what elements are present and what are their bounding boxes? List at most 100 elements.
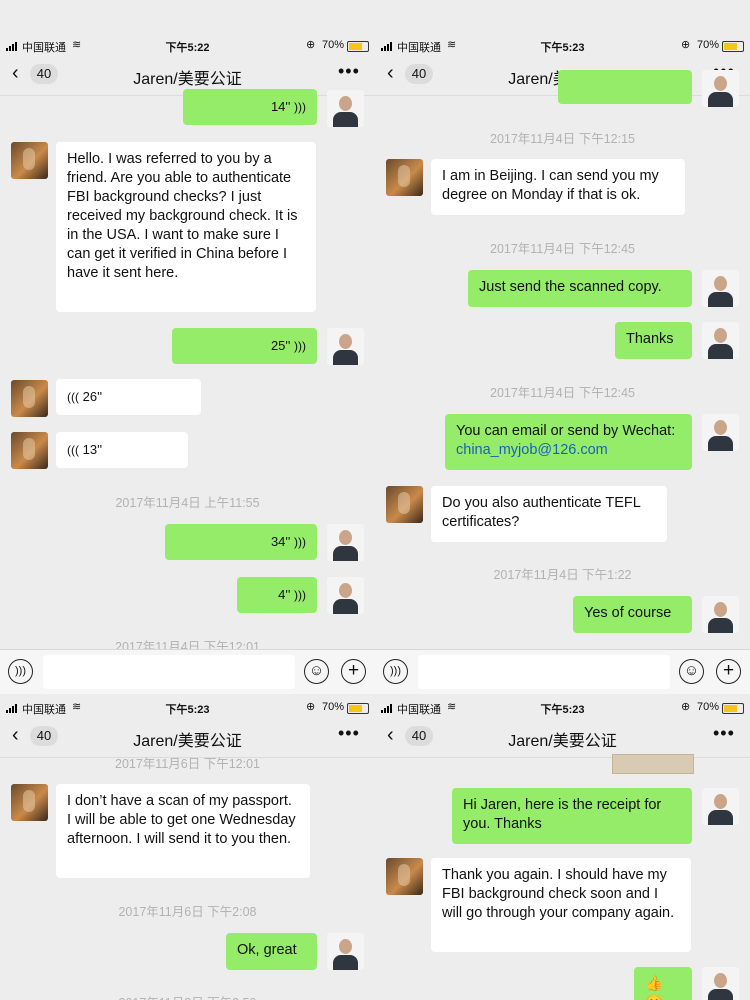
voice-input-icon[interactable]: )))	[383, 659, 408, 684]
avatar[interactable]	[702, 70, 739, 107]
avatar[interactable]	[11, 142, 48, 179]
more-icon[interactable]: •••	[338, 723, 360, 744]
incoming-voice-message[interactable]: ((( 26''	[56, 379, 201, 415]
incoming-message[interactable]: Hello. I was referred to you by a friend…	[56, 142, 316, 312]
emoji-icon[interactable]: ☺	[304, 659, 329, 684]
more-icon[interactable]: •••	[338, 61, 360, 82]
avatar[interactable]	[327, 90, 364, 127]
screenshot-collage: 中国联通 ≋ 下午5:22 ⊕ 70% ‹ 40 Jaren/美要公证 ••• …	[0, 0, 750, 1000]
avatar[interactable]	[386, 159, 423, 196]
avatar[interactable]	[702, 967, 739, 1000]
battery-icon	[347, 703, 369, 714]
avatar[interactable]	[11, 380, 48, 417]
message-input[interactable]	[43, 655, 295, 689]
outgoing-message[interactable]: Hi Jaren, here is the receipt for you. T…	[452, 788, 692, 844]
timestamp: 2017年11月6日 下午12:01	[115, 757, 260, 771]
chat-title: Jaren/美要公证	[133, 733, 242, 750]
status-bar: 中国联通 ≋ 下午5:23 ⊕ 70%	[375, 700, 750, 716]
message-input[interactable]	[418, 655, 670, 689]
more-icon[interactable]: •••	[713, 723, 735, 744]
email-link[interactable]: china_myjob@126.com	[456, 441, 681, 460]
incoming-message[interactable]: I am in Beijing. I can send you my degre…	[431, 159, 685, 215]
outgoing-message[interactable]: Just send the scanned copy.	[468, 270, 692, 307]
battery-icon	[722, 41, 744, 52]
outgoing-message[interactable]: 👍😊	[634, 967, 692, 1000]
plus-icon[interactable]: +	[716, 659, 741, 684]
voice-duration: 13''	[82, 442, 103, 457]
avatar[interactable]	[702, 414, 739, 451]
rotation-lock-icon: ⊕	[681, 39, 691, 51]
avatar[interactable]	[327, 933, 364, 970]
voice-wave-icon: )))	[294, 100, 306, 114]
avatar[interactable]	[327, 577, 364, 614]
incoming-voice-message[interactable]: ((( 13''	[56, 432, 188, 468]
avatar[interactable]	[386, 858, 423, 895]
voice-duration: 26''	[82, 389, 103, 404]
timestamp: 2017年11月4日 上午11:55	[115, 496, 260, 510]
outgoing-message[interactable]: Yes of course	[573, 596, 692, 633]
voice-wave-icon: )))	[294, 535, 306, 549]
avatar[interactable]	[702, 322, 739, 359]
outgoing-message[interactable]: Thanks	[615, 322, 692, 359]
battery-icon	[347, 41, 369, 52]
clock: 下午5:23	[540, 704, 585, 716]
battery-percent: 70%	[322, 39, 345, 51]
voice-duration: 4''	[278, 587, 291, 602]
voice-input-icon[interactable]: )))	[8, 659, 33, 684]
avatar[interactable]	[327, 524, 364, 561]
timestamp: 2017年11月4日 下午1:22	[493, 568, 632, 582]
chat-header: ‹ 40 Jaren/美要公证 •••	[0, 717, 375, 758]
avatar[interactable]	[702, 788, 739, 825]
clock: 下午5:23	[165, 704, 210, 716]
outgoing-message[interactable]	[558, 70, 692, 104]
incoming-message[interactable]: Thank you again. I should have my FBI ba…	[431, 858, 691, 952]
chat-title: Jaren/美要公证	[133, 71, 242, 88]
avatar[interactable]	[702, 596, 739, 633]
incoming-message[interactable]: Do you also authenticate TEFL certificat…	[431, 486, 667, 542]
avatar[interactable]	[386, 486, 423, 523]
voice-wave-icon: )))	[294, 588, 306, 602]
timestamp: 2017年11月6日 下午2:08	[118, 905, 257, 919]
outgoing-voice-message[interactable]: 14'' )))	[183, 89, 317, 125]
timestamp: 2017年11月8日 下午2:50	[0, 992, 375, 1000]
chat-title: Jaren/美要公证	[508, 733, 617, 750]
rotation-lock-icon: ⊕	[306, 39, 316, 51]
incoming-message[interactable]: I don’t have a scan of my passport. I wi…	[56, 784, 310, 878]
battery-icon	[722, 703, 744, 714]
input-bar: ))) ☺ +	[0, 649, 375, 694]
avatar[interactable]	[702, 270, 739, 307]
timestamp: 2017年11月4日 下午12:45	[490, 386, 635, 400]
plus-icon[interactable]: +	[341, 659, 366, 684]
voice-wave-icon: (((	[67, 390, 79, 404]
avatar[interactable]	[11, 432, 48, 469]
outgoing-message[interactable]: Ok, great	[226, 933, 317, 970]
clock: 下午5:22	[165, 42, 210, 54]
voice-duration: 25''	[270, 338, 291, 353]
voice-duration: 14''	[270, 99, 291, 114]
chat-header: ‹ 40 Jaren/美要公证 •••	[375, 717, 750, 758]
clock: 下午5:23	[540, 42, 585, 54]
battery-percent: 70%	[322, 701, 345, 713]
timestamp: 2017年11月4日 下午12:45	[490, 242, 635, 256]
rotation-lock-icon: ⊕	[306, 701, 316, 713]
chat-screen-2: 中国联通 ≋ 下午5:23 ⊕ 70% ‹ 40 Jaren/美要公证 ••• …	[375, 38, 750, 694]
voice-duration: 34''	[270, 534, 291, 549]
emoji-icon[interactable]: ☺	[679, 659, 704, 684]
chat-screen-3: 中国联通 ≋ 下午5:23 ⊕ 70% ‹ 40 Jaren/美要公证 ••• …	[0, 700, 375, 1000]
message-text: You can email or send by Wechat:	[456, 423, 676, 439]
outgoing-voice-message[interactable]: 4'' )))	[237, 577, 317, 613]
chat-screen-4: 中国联通 ≋ 下午5:23 ⊕ 70% ‹ 40 Jaren/美要公证 ••• …	[375, 700, 750, 1000]
avatar[interactable]	[327, 328, 364, 365]
outgoing-voice-message[interactable]: 25'' )))	[172, 328, 317, 364]
status-bar: 中国联通 ≋ 下午5:23 ⊕ 70%	[0, 700, 375, 716]
voice-wave-icon: )))	[294, 339, 306, 353]
chat-screen-1: 中国联通 ≋ 下午5:22 ⊕ 70% ‹ 40 Jaren/美要公证 ••• …	[0, 38, 375, 694]
outgoing-voice-message[interactable]: 34'' )))	[165, 524, 317, 560]
status-bar: 中国联通 ≋ 下午5:23 ⊕ 70%	[375, 38, 750, 54]
outgoing-message[interactable]: You can email or send by Wechat: china_m…	[445, 414, 692, 470]
battery-percent: 70%	[697, 701, 720, 713]
avatar[interactable]	[11, 784, 48, 821]
voice-wave-icon: (((	[67, 443, 79, 457]
rotation-lock-icon: ⊕	[681, 701, 691, 713]
receipt-image[interactable]	[612, 754, 694, 774]
